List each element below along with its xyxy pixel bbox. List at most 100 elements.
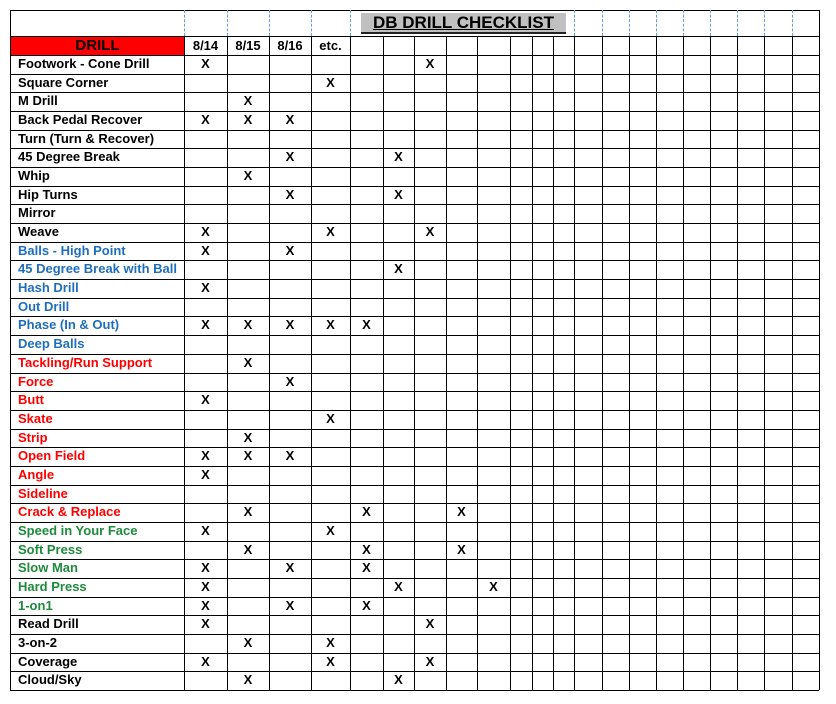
- checklist-cell[interactable]: [792, 186, 819, 205]
- checklist-cell[interactable]: [510, 335, 532, 354]
- checklist-cell[interactable]: [477, 354, 510, 373]
- date-column-header[interactable]: 8/16: [269, 36, 311, 55]
- checklist-cell[interactable]: [629, 130, 656, 149]
- checklist-cell[interactable]: [553, 429, 574, 448]
- checklist-cell[interactable]: [311, 204, 350, 223]
- checklist-cell[interactable]: [227, 186, 269, 205]
- checklist-cell[interactable]: [629, 447, 656, 466]
- checklist-cell[interactable]: [656, 541, 683, 560]
- checklist-cell[interactable]: [553, 447, 574, 466]
- checklist-cell[interactable]: [532, 167, 553, 186]
- checklist-mark[interactable]: X: [184, 559, 227, 578]
- checklist-cell[interactable]: [414, 522, 446, 541]
- checklist-cell[interactable]: [184, 204, 227, 223]
- checklist-cell[interactable]: [553, 373, 574, 392]
- checklist-cell[interactable]: [764, 634, 792, 653]
- checklist-cell[interactable]: [737, 130, 764, 149]
- checklist-cell[interactable]: [553, 391, 574, 410]
- checklist-cell[interactable]: [710, 485, 737, 504]
- checklist-cell[interactable]: [656, 92, 683, 111]
- checklist-cell[interactable]: [311, 541, 350, 560]
- checklist-cell[interactable]: [683, 74, 710, 93]
- checklist-cell[interactable]: [269, 634, 311, 653]
- checklist-cell[interactable]: [510, 597, 532, 616]
- checklist-cell[interactable]: [184, 373, 227, 392]
- checklist-mark[interactable]: X: [414, 55, 446, 74]
- checklist-cell[interactable]: [414, 634, 446, 653]
- checklist-cell[interactable]: [710, 447, 737, 466]
- checklist-cell[interactable]: [574, 485, 602, 504]
- checklist-cell[interactable]: [510, 74, 532, 93]
- checklist-cell[interactable]: [602, 204, 629, 223]
- checklist-cell[interactable]: [553, 522, 574, 541]
- checklist-cell[interactable]: [656, 335, 683, 354]
- checklist-cell[interactable]: [446, 55, 477, 74]
- checklist-cell[interactable]: [350, 279, 383, 298]
- checklist-cell[interactable]: [553, 186, 574, 205]
- checklist-cell[interactable]: [602, 671, 629, 690]
- checklist-cell[interactable]: [184, 634, 227, 653]
- checklist-cell[interactable]: [553, 541, 574, 560]
- checklist-cell[interactable]: [737, 354, 764, 373]
- checklist-cell[interactable]: [683, 335, 710, 354]
- checklist-mark[interactable]: X: [227, 316, 269, 335]
- checklist-cell[interactable]: [532, 260, 553, 279]
- checklist-cell[interactable]: [656, 559, 683, 578]
- checklist-cell[interactable]: [656, 204, 683, 223]
- checklist-mark[interactable]: X: [269, 148, 311, 167]
- checklist-cell[interactable]: [683, 279, 710, 298]
- checklist-cell[interactable]: [764, 429, 792, 448]
- checklist-cell[interactable]: [574, 298, 602, 317]
- checklist-cell[interactable]: [710, 242, 737, 261]
- checklist-cell[interactable]: [477, 223, 510, 242]
- checklist-cell[interactable]: [553, 298, 574, 317]
- checklist-cell[interactable]: [737, 242, 764, 261]
- checklist-cell[interactable]: [383, 298, 414, 317]
- date-column-header[interactable]: [446, 36, 477, 55]
- checklist-cell[interactable]: [656, 447, 683, 466]
- checklist-cell[interactable]: [414, 485, 446, 504]
- checklist-cell[interactable]: [311, 373, 350, 392]
- checklist-cell[interactable]: [311, 298, 350, 317]
- checklist-cell[interactable]: [532, 541, 553, 560]
- checklist-cell[interactable]: [792, 148, 819, 167]
- checklist-cell[interactable]: [383, 597, 414, 616]
- checklist-cell[interactable]: [792, 541, 819, 560]
- checklist-cell[interactable]: [683, 316, 710, 335]
- checklist-cell[interactable]: [383, 316, 414, 335]
- checklist-cell[interactable]: [383, 55, 414, 74]
- checklist-cell[interactable]: [683, 466, 710, 485]
- checklist-cell[interactable]: [414, 354, 446, 373]
- checklist-cell[interactable]: [532, 55, 553, 74]
- checklist-cell[interactable]: [737, 55, 764, 74]
- checklist-cell[interactable]: [269, 391, 311, 410]
- checklist-cell[interactable]: [792, 111, 819, 130]
- checklist-cell[interactable]: [383, 335, 414, 354]
- checklist-cell[interactable]: [553, 55, 574, 74]
- checklist-cell[interactable]: [510, 279, 532, 298]
- checklist-mark[interactable]: X: [383, 578, 414, 597]
- checklist-cell[interactable]: [311, 466, 350, 485]
- checklist-cell[interactable]: [574, 391, 602, 410]
- checklist-cell[interactable]: [710, 335, 737, 354]
- checklist-cell[interactable]: [350, 260, 383, 279]
- checklist-cell[interactable]: [553, 634, 574, 653]
- date-column-header[interactable]: 8/14: [184, 36, 227, 55]
- date-column-header[interactable]: etc.: [311, 36, 350, 55]
- checklist-cell[interactable]: [602, 429, 629, 448]
- checklist-cell[interactable]: [446, 466, 477, 485]
- checklist-mark[interactable]: X: [269, 373, 311, 392]
- checklist-cell[interactable]: [269, 204, 311, 223]
- checklist-cell[interactable]: [792, 260, 819, 279]
- checklist-cell[interactable]: [532, 242, 553, 261]
- checklist-cell[interactable]: [574, 242, 602, 261]
- checklist-cell[interactable]: [710, 111, 737, 130]
- date-column-header[interactable]: [792, 36, 819, 55]
- checklist-cell[interactable]: [629, 485, 656, 504]
- checklist-cell[interactable]: [792, 130, 819, 149]
- checklist-cell[interactable]: [269, 653, 311, 672]
- checklist-cell[interactable]: [532, 597, 553, 616]
- checklist-cell[interactable]: [710, 354, 737, 373]
- checklist-cell[interactable]: [629, 597, 656, 616]
- checklist-cell[interactable]: [227, 279, 269, 298]
